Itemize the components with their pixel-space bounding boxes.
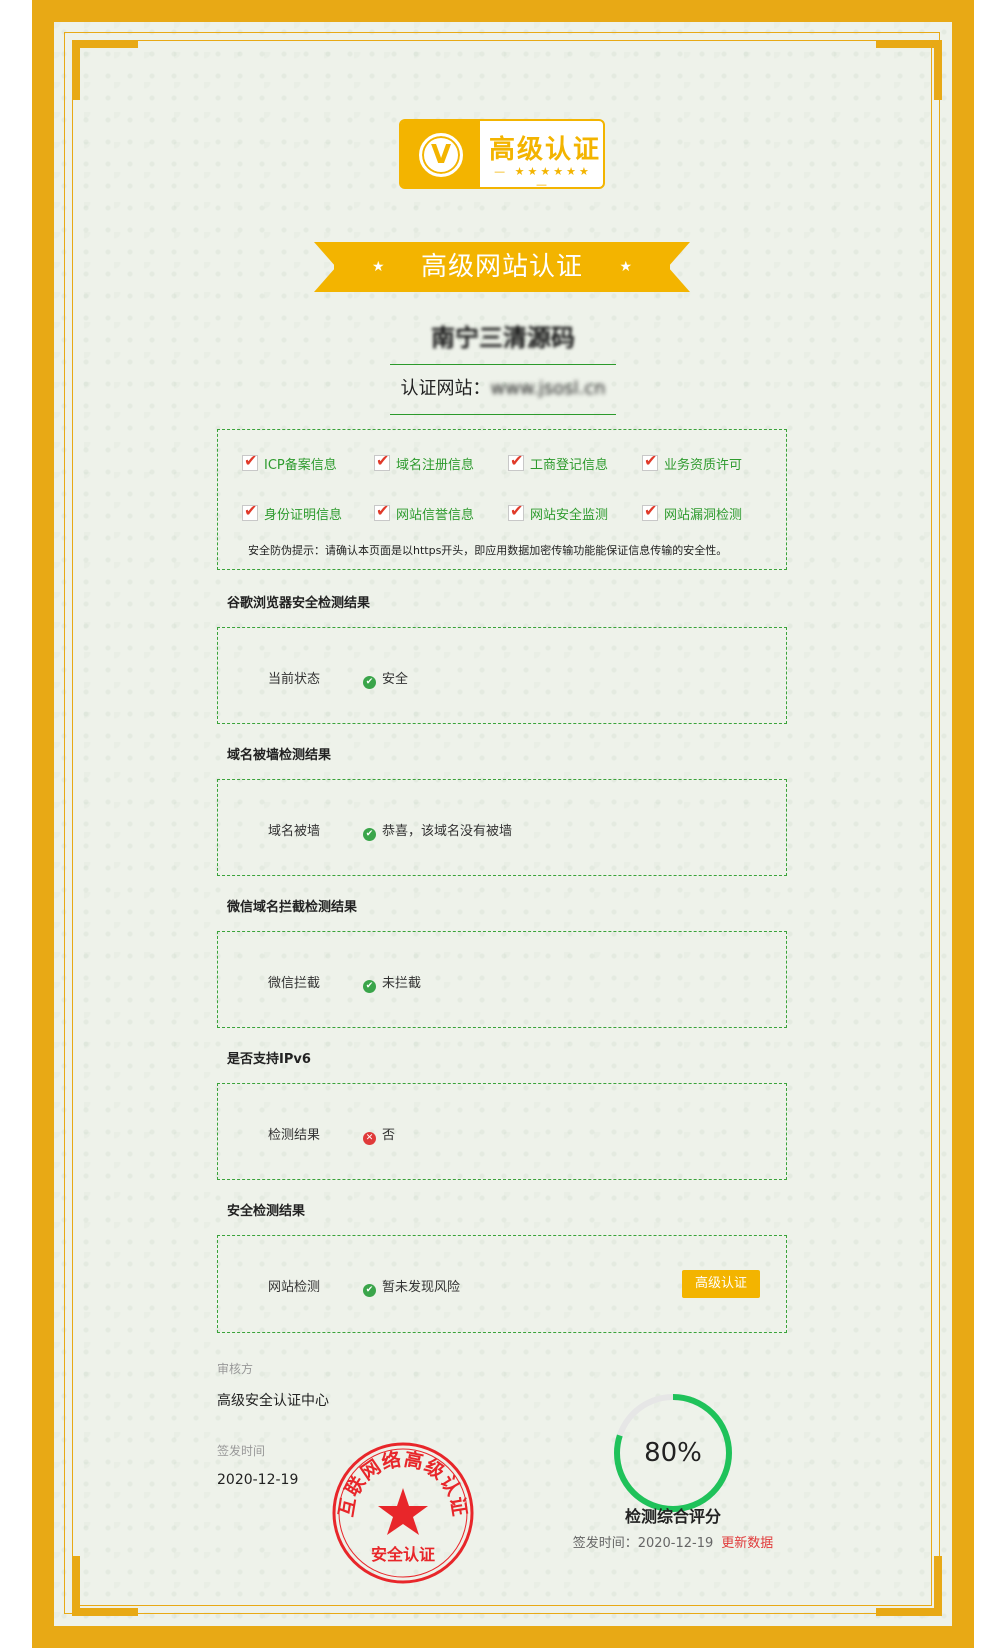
score-title: 检测综合评分	[624, 1507, 721, 1526]
corner-ornament-bottom-left	[72, 1556, 138, 1616]
result-box-google-safe: 当前状态 ✔ 安全	[217, 627, 787, 724]
site-name: 南宁三清源码	[431, 324, 575, 352]
checkbox-checked-icon	[242, 451, 258, 471]
check-circle-icon: ✔	[363, 828, 376, 841]
site-url-row: 认证网站：www.jsosl.cn	[390, 374, 616, 400]
ribbon-title: 高级网站认证	[420, 252, 583, 282]
seal-star-icon	[378, 1488, 428, 1535]
check-item: 网站漏洞检测	[642, 501, 743, 523]
check-item: 网站信誉信息	[374, 501, 475, 523]
checkbox-checked-icon	[642, 451, 658, 471]
result-label: 当前状态	[268, 672, 321, 687]
result-box-wechat: 微信拦截 ✔ 未拦截	[217, 931, 787, 1028]
check-label: 网站安全监测	[530, 508, 609, 523]
check-item: 身份证明信息	[242, 501, 343, 523]
verified-badge: V 高级认证 — ★★★★★★ —	[399, 119, 605, 191]
check-circle-icon: ✔	[363, 676, 376, 689]
site-url-value: www.jsosl.cn	[490, 378, 606, 399]
update-data-link[interactable]: 更新数据	[721, 1536, 773, 1551]
checkbox-checked-icon	[508, 501, 524, 521]
title-ribbon: ★ ★ 高级网站认证	[314, 242, 690, 292]
result-label: 微信拦截	[268, 976, 321, 991]
auditor-label: 审核方	[217, 1362, 254, 1376]
section-title-wechat: 微信域名拦截检测结果	[227, 900, 358, 915]
result-value: ✕ 否	[363, 1124, 395, 1145]
section-title-ipv6: 是否支持IPv6	[227, 1052, 311, 1067]
result-text: 未拦截	[382, 976, 422, 991]
check-item: 网站安全监测	[508, 501, 609, 523]
result-value: ✔ 未拦截	[363, 972, 421, 993]
result-label: 网站检测	[268, 1280, 321, 1295]
section-title-domain-blocked: 域名被墙检测结果	[227, 748, 332, 763]
v-icon: V	[419, 133, 463, 177]
verification-checklist: ICP备案信息 域名注册信息 工商登记信息 业务资质许可 身份证明信息 网站信誉…	[217, 429, 787, 570]
result-text: 恭喜，该域名没有被墙	[382, 824, 513, 839]
site-url-label: 认证网站：	[400, 378, 491, 399]
check-label: 工商登记信息	[530, 458, 609, 473]
check-label: 身份证明信息	[264, 508, 343, 523]
check-label: 业务资质许可	[664, 458, 743, 473]
check-item: 域名注册信息	[374, 451, 475, 473]
result-box-domain-blocked: 域名被墙 ✔ 恭喜，该域名没有被墙	[217, 779, 787, 876]
result-text: 否	[382, 1128, 396, 1143]
result-label: 检测结果	[268, 1128, 321, 1143]
score-date-label: 签发时间：	[572, 1536, 638, 1551]
result-box-security: 网站检测 ✔ 暂未发现风险 高级认证	[217, 1235, 787, 1333]
checkbox-checked-icon	[374, 501, 390, 521]
check-label: 网站漏洞检测	[664, 508, 743, 523]
check-item: 工商登记信息	[508, 451, 609, 473]
checkbox-checked-icon	[508, 451, 524, 471]
v-icon-letter: V	[430, 140, 452, 170]
corner-ornament-top-left	[72, 40, 138, 100]
result-box-ipv6: 检测结果 ✕ 否	[217, 1083, 787, 1180]
result-value: ✔ 安全	[363, 668, 408, 689]
section-title-security: 安全检测结果	[227, 1204, 306, 1219]
check-label: ICP备案信息	[264, 458, 337, 473]
x-circle-icon: ✕	[363, 1132, 376, 1145]
score-date-value: 2020-12-19	[637, 1536, 714, 1551]
corner-ornament-bottom-right	[876, 1556, 942, 1616]
result-text: 暂未发现风险	[382, 1280, 461, 1295]
score-date-row: 签发时间：2020-12-19 更新数据	[540, 1532, 806, 1551]
security-tip: 安全防伪提示：请确认本页面是以https开头，即应用数据加密传输功能能保证信息传…	[248, 544, 728, 557]
result-value: ✔ 恭喜，该域名没有被墙	[363, 820, 512, 841]
issue-date-value: 2020-12-19	[217, 1472, 299, 1488]
badge-stars: — ★★★★★★ —	[494, 165, 592, 191]
section-title-google-safe: 谷歌浏览器安全检测结果	[227, 596, 371, 611]
check-label: 域名注册信息	[396, 458, 475, 473]
badge-title: 高级认证	[489, 135, 602, 165]
corner-ornament-top-right	[876, 40, 942, 100]
divider	[390, 414, 616, 415]
check-circle-icon: ✔	[363, 980, 376, 993]
check-circle-icon: ✔	[363, 1284, 376, 1297]
badge-icon-panel: V	[401, 121, 480, 187]
result-text: 安全	[382, 672, 409, 687]
auditor-value: 高级安全认证中心	[217, 1393, 329, 1409]
checkbox-checked-icon	[242, 501, 258, 521]
divider	[390, 364, 616, 365]
advanced-certification-button[interactable]: 高级认证	[682, 1270, 760, 1298]
issue-date-label: 签发时间	[217, 1444, 266, 1458]
seal-bottom-text: 安全认证	[371, 1545, 435, 1564]
checkbox-checked-icon	[374, 451, 390, 471]
checkbox-checked-icon	[642, 501, 658, 521]
check-label: 网站信誉信息	[396, 508, 475, 523]
score-value: 80%	[644, 1438, 702, 1468]
result-label: 域名被墙	[268, 824, 321, 839]
check-item: ICP备案信息	[242, 451, 337, 473]
certification-seal: 互联网络高级认证 安全认证	[332, 1442, 474, 1584]
check-item: 业务资质许可	[642, 451, 743, 473]
result-value: ✔ 暂未发现风险	[363, 1276, 460, 1297]
